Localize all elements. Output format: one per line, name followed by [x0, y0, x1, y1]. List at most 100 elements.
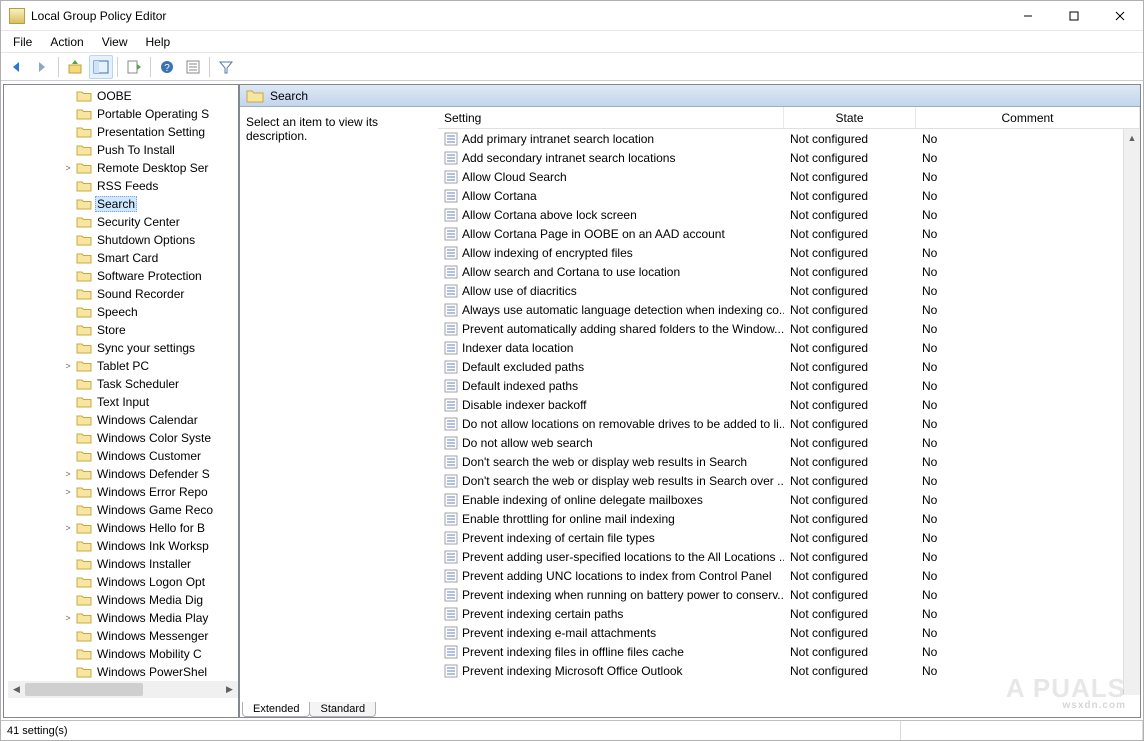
list-row[interactable]: Allow Cortana above lock screenNot confi… [438, 205, 1140, 224]
tree-item[interactable]: >Windows Media Play [8, 609, 238, 627]
tree-item[interactable]: Text Input [8, 393, 238, 411]
tab-extended[interactable]: Extended [242, 702, 310, 717]
tree-item[interactable]: Push To Install [8, 141, 238, 159]
list-row[interactable]: Enable throttling for online mail indexi… [438, 509, 1140, 528]
tab-standard[interactable]: Standard [309, 702, 376, 717]
list-row[interactable]: Prevent indexing when running on battery… [438, 585, 1140, 604]
expand-icon[interactable]: > [62, 361, 74, 371]
list-row[interactable]: Do not allow locations on removable driv… [438, 414, 1140, 433]
list-row[interactable]: Prevent adding user-specified locations … [438, 547, 1140, 566]
list-row[interactable]: Allow Cortana Page in OOBE on an AAD acc… [438, 224, 1140, 243]
tree-item[interactable]: Security Center [8, 213, 238, 231]
menu-view[interactable]: View [94, 33, 136, 51]
tree-item[interactable]: Windows Customer [8, 447, 238, 465]
tree-item[interactable]: Smart Card [8, 249, 238, 267]
list-row[interactable]: Prevent automatically adding shared fold… [438, 319, 1140, 338]
column-setting[interactable]: Setting [438, 107, 784, 128]
list-row[interactable]: Allow use of diacriticsNot configuredNo [438, 281, 1140, 300]
tree-item[interactable]: Windows Game Reco [8, 501, 238, 519]
tree-item[interactable]: >Windows Hello for B [8, 519, 238, 537]
folder-icon [76, 107, 92, 121]
tree-item[interactable]: Windows Color Syste [8, 429, 238, 447]
list-row[interactable]: Prevent indexing of certain file typesNo… [438, 528, 1140, 547]
tree-pane[interactable]: OOBEPortable Operating SPresentation Set… [3, 84, 239, 718]
column-state[interactable]: State [784, 107, 916, 128]
scroll-track[interactable] [25, 681, 221, 698]
list-body[interactable]: Add primary intranet search locationNot … [438, 129, 1140, 695]
tree-item[interactable]: Windows Mobility C [8, 645, 238, 663]
list-row[interactable]: Default excluded pathsNot configuredNo [438, 357, 1140, 376]
horizontal-scrollbar[interactable]: ◀▶ [8, 681, 238, 698]
list-row[interactable]: Default indexed pathsNot configuredNo [438, 376, 1140, 395]
tree-item[interactable]: Windows PowerShel [8, 663, 238, 681]
list-row[interactable]: Allow CortanaNot configuredNo [438, 186, 1140, 205]
list-row[interactable]: Always use automatic language detection … [438, 300, 1140, 319]
scroll-up-icon[interactable]: ▲ [1124, 129, 1140, 146]
menu-file[interactable]: File [5, 33, 40, 51]
menu-help[interactable]: Help [138, 33, 179, 51]
list-row[interactable]: Allow search and Cortana to use location… [438, 262, 1140, 281]
tree-item[interactable]: Search [8, 195, 238, 213]
tree-item[interactable]: Task Scheduler [8, 375, 238, 393]
folder-icon [76, 395, 92, 409]
scroll-thumb[interactable] [25, 683, 143, 696]
properties-button[interactable] [181, 55, 205, 79]
tree-item[interactable]: Windows Calendar [8, 411, 238, 429]
tree-item[interactable]: >Windows Error Repo [8, 483, 238, 501]
back-button[interactable] [4, 55, 28, 79]
tree-item[interactable]: Speech [8, 303, 238, 321]
tree-item[interactable]: Windows Messenger [8, 627, 238, 645]
setting-icon [444, 607, 458, 621]
tree-item[interactable]: Sync your settings [8, 339, 238, 357]
list-row[interactable]: Add secondary intranet search locationsN… [438, 148, 1140, 167]
list-row[interactable]: Prevent indexing e-mail attachmentsNot c… [438, 623, 1140, 642]
export-list-button[interactable] [122, 55, 146, 79]
tree-item[interactable]: Shutdown Options [8, 231, 238, 249]
list-row[interactable]: Don't search the web or display web resu… [438, 452, 1140, 471]
list-row[interactable]: Add primary intranet search locationNot … [438, 129, 1140, 148]
list-row[interactable]: Prevent adding UNC locations to index fr… [438, 566, 1140, 585]
expand-icon[interactable]: > [62, 469, 74, 479]
list-row[interactable]: Do not allow web searchNot configuredNo [438, 433, 1140, 452]
column-comment[interactable]: Comment [916, 107, 1140, 128]
tree-item[interactable]: Windows Media Dig [8, 591, 238, 609]
expand-icon[interactable]: > [62, 487, 74, 497]
help-button[interactable]: ? [155, 55, 179, 79]
list-row[interactable]: Allow Cloud SearchNot configuredNo [438, 167, 1140, 186]
tree-item[interactable]: Software Protection [8, 267, 238, 285]
list-row[interactable]: Don't search the web or display web resu… [438, 471, 1140, 490]
tree-item[interactable]: >Windows Defender S [8, 465, 238, 483]
list-row[interactable]: Prevent indexing Microsoft Office Outloo… [438, 661, 1140, 680]
vertical-scrollbar[interactable]: ▲ [1123, 129, 1140, 695]
tree-item[interactable]: Presentation Setting [8, 123, 238, 141]
tree-item[interactable]: RSS Feeds [8, 177, 238, 195]
tree-item[interactable]: Portable Operating S [8, 105, 238, 123]
list-row[interactable]: Allow indexing of encrypted filesNot con… [438, 243, 1140, 262]
menu-action[interactable]: Action [42, 33, 91, 51]
tree-item[interactable]: OOBE [8, 87, 238, 105]
tree-item[interactable]: Store [8, 321, 238, 339]
list-row[interactable]: Enable indexing of online delegate mailb… [438, 490, 1140, 509]
scroll-right-icon[interactable]: ▶ [221, 681, 238, 698]
tree-item[interactable]: Sound Recorder [8, 285, 238, 303]
list-row[interactable]: Prevent indexing certain pathsNot config… [438, 604, 1140, 623]
tree-item[interactable]: Windows Logon Opt [8, 573, 238, 591]
show-hide-tree-button[interactable] [89, 55, 113, 79]
minimize-button[interactable] [1005, 1, 1051, 30]
expand-icon[interactable]: > [62, 613, 74, 623]
tree-item[interactable]: Windows Installer [8, 555, 238, 573]
tree-item[interactable]: >Remote Desktop Ser [8, 159, 238, 177]
filter-button[interactable] [214, 55, 238, 79]
expand-icon[interactable]: > [62, 163, 74, 173]
tree-item[interactable]: >Tablet PC [8, 357, 238, 375]
tree-item[interactable]: Windows Ink Worksp [8, 537, 238, 555]
list-row[interactable]: Disable indexer backoffNot configuredNo [438, 395, 1140, 414]
close-button[interactable] [1097, 1, 1143, 30]
list-row[interactable]: Indexer data locationNot configuredNo [438, 338, 1140, 357]
up-folder-button[interactable] [63, 55, 87, 79]
list-row[interactable]: Prevent indexing files in offline files … [438, 642, 1140, 661]
forward-button[interactable] [30, 55, 54, 79]
expand-icon[interactable]: > [62, 523, 74, 533]
maximize-button[interactable] [1051, 1, 1097, 30]
scroll-left-icon[interactable]: ◀ [8, 681, 25, 698]
